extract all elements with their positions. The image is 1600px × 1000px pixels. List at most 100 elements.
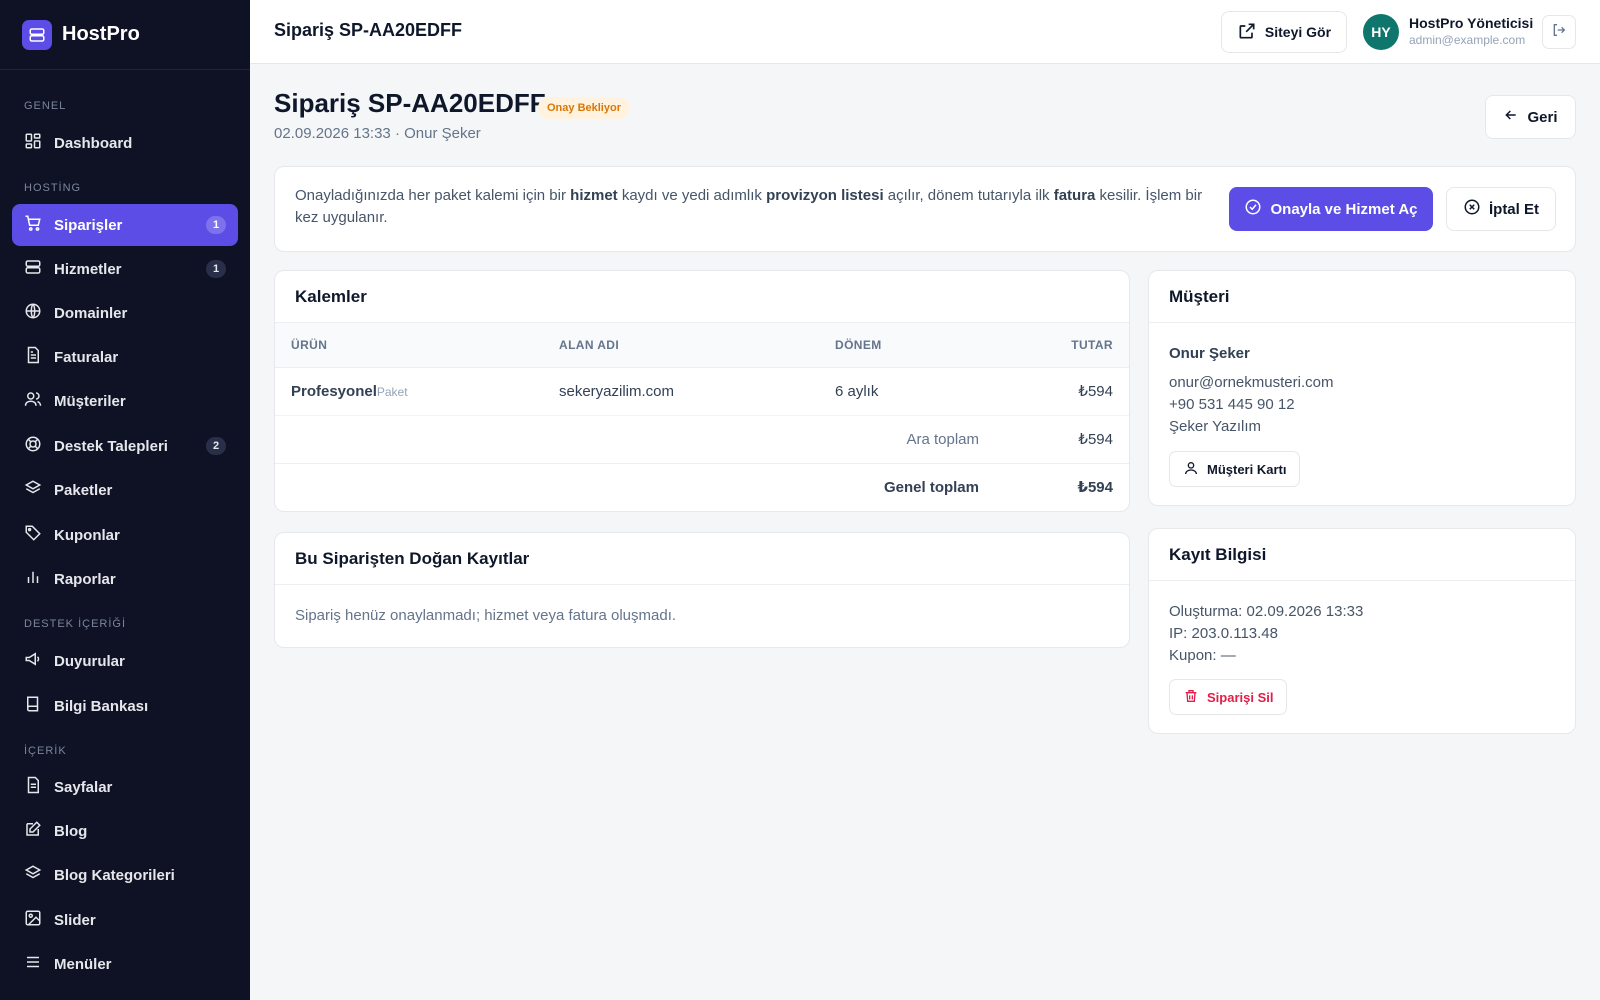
sidebar-item-customers[interactable]: Müşteriler [12, 380, 238, 422]
sidebar-item-label: Raporlar [54, 570, 116, 588]
subtotal-value: ₺594 [1005, 415, 1129, 464]
nav-group-content: İÇERİK [24, 745, 67, 757]
sidebar-item-dashboard[interactable]: Dashboard [12, 122, 238, 164]
brand[interactable]: HostPro [0, 0, 250, 70]
approve-and-open-service-button[interactable]: Onayla ve Hizmet Aç [1229, 187, 1433, 231]
count-badge: 1 [206, 260, 226, 278]
approval-notice-card: Onayladığınızda her paket kalemi için bi… [274, 166, 1576, 252]
book-icon [24, 695, 42, 717]
sidebar-item-reports[interactable]: Raporlar [12, 558, 238, 600]
logout-button[interactable] [1542, 15, 1576, 49]
image-icon [24, 909, 42, 931]
sidebar-item-domains[interactable]: Domainler [12, 292, 238, 334]
customer-name: Onur Şeker [1169, 345, 1250, 362]
invoice-icon [24, 346, 42, 368]
sidebar-item-services[interactable]: Hizmetler 1 [12, 248, 238, 290]
status-badge: Onay Bekliyor [538, 97, 630, 119]
sidebar-item-label: Duyurular [54, 652, 125, 670]
sidebar-item-pages[interactable]: Sayfalar [12, 766, 238, 808]
total-label: Genel toplam [883, 478, 979, 496]
sidebar-item-label: Müşteriler [54, 392, 126, 410]
logout-icon [1551, 22, 1567, 43]
sidebar-item-label: Siparişler [54, 216, 123, 234]
period-cell: 6 aylık [835, 367, 1005, 416]
domain-cell: sekeryazilim.com [559, 367, 835, 416]
sidebar-item-label: Slider [54, 911, 96, 929]
approval-notice-text: Onayladığınızda her paket kalemi için bi… [295, 187, 1203, 226]
tag-icon [24, 524, 42, 546]
user-name: HostPro Yöneticisi [1409, 15, 1534, 31]
total-row: Genel toplam ₺594 [275, 463, 1129, 511]
coupon-value: Kupon: — [1169, 647, 1236, 664]
sidebar-item-label: Bilgi Bankası [54, 697, 149, 715]
server-icon [24, 258, 42, 280]
subtotal-label: Ara toplam [275, 415, 1005, 464]
view-site-button[interactable]: Siteyi Gör [1221, 11, 1347, 53]
total-value: ₺594 [1077, 479, 1113, 497]
sidebar-item-invoices[interactable]: Faturalar [12, 336, 238, 378]
sidebar-item-announcements[interactable]: Duyurular [12, 640, 238, 682]
bar-chart-icon [24, 568, 42, 590]
sidebar-item-knowledge-base[interactable]: Bilgi Bankası [12, 685, 238, 727]
count-badge: 2 [206, 437, 226, 455]
back-label: Geri [1527, 108, 1558, 126]
nav-group-hosting: HOSTİNG [24, 182, 82, 194]
menu-icon [24, 953, 42, 975]
cart-icon [24, 214, 42, 236]
sidebar-item-coupons[interactable]: Kuponlar [12, 514, 238, 556]
card-title: Bu Siparişten Doğan Kayıtlar [275, 533, 1129, 585]
edit-icon [24, 820, 42, 842]
sidebar-item-packages[interactable]: Paketler [12, 469, 238, 511]
sidebar-item-support-tickets[interactable]: Destek Talepleri 2 [12, 425, 238, 467]
sidebar-item-orders[interactable]: Siparişler 1 [12, 204, 238, 246]
page-icon [24, 776, 42, 798]
cancel-label: İptal Et [1488, 200, 1539, 218]
layers-icon [24, 864, 42, 886]
sidebar-item-slider[interactable]: Slider [12, 899, 238, 941]
customer-card-label: Müşteri Kartı [1207, 461, 1287, 477]
sidebar-item-label: Kuponlar [54, 526, 120, 544]
delete-order-button[interactable]: Siparişi Sil [1169, 679, 1288, 715]
sidebar-item-blog-categories[interactable]: Blog Kategorileri [12, 854, 238, 896]
amount-cell: ₺594 [1005, 367, 1129, 416]
sidebar-item-label: Paketler [54, 481, 113, 499]
sidebar-item-blog[interactable]: Blog [12, 810, 238, 852]
sidebar: HostPro GENEL Dashboard HOSTİNG Siparişl… [0, 0, 250, 1000]
delete-order-label: Siparişi Sil [1207, 689, 1274, 705]
customer-email: onur@ornekmusteri.com [1169, 374, 1334, 391]
customer-phone: +90 531 445 90 12 [1169, 396, 1295, 413]
nav-group-support-content: DESTEK İÇERİĞİ [24, 618, 127, 630]
generated-records-card: Bu Siparişten Doğan Kayıtlar Sipariş hen… [274, 532, 1130, 648]
topbar-title: Sipariş SP-AA20EDFF [274, 20, 463, 40]
user-icon [1183, 460, 1199, 479]
product-name: Profesyonel [291, 382, 377, 400]
sidebar-item-label: Destek Talepleri [54, 437, 168, 455]
count-badge: 1 [206, 216, 226, 234]
brand-name: HostPro [62, 23, 140, 45]
cancel-order-button[interactable]: İptal Et [1446, 187, 1556, 231]
users-icon [24, 390, 42, 412]
ip-address: IP: 203.0.113.48 [1169, 625, 1278, 642]
layers-icon [24, 479, 42, 501]
sidebar-item-label: Faturalar [54, 348, 119, 366]
megaphone-icon [24, 650, 42, 672]
user-email: admin@example.com [1409, 33, 1526, 47]
check-circle-icon [1244, 198, 1262, 220]
card-title: Kalemler [275, 271, 1129, 323]
card-title: Müşteri [1149, 271, 1575, 323]
avatar[interactable]: HY [1363, 14, 1399, 50]
server-logo-icon [22, 19, 52, 50]
customer-card-button[interactable]: Müşteri Kartı [1169, 451, 1301, 487]
page-subtitle: 02.09.2026 13:33 · Onur Şeker [274, 125, 481, 142]
column-header: ÜRÜN [275, 323, 559, 368]
back-button[interactable]: Geri [1485, 95, 1576, 139]
trash-icon [1183, 688, 1199, 707]
topbar: Sipariş SP-AA20EDFF Siteyi Gör HY HostPr… [250, 0, 1600, 64]
customer-company: Şeker Yazılım [1169, 418, 1261, 435]
product-type: Paket [376, 384, 408, 399]
sidebar-item-menus[interactable]: Menüler [12, 943, 238, 985]
record-info-card: Kayıt Bilgisi Oluşturma: 02.09.2026 13:3… [1148, 528, 1576, 734]
created-at: Oluşturma: 02.09.2026 13:33 [1169, 603, 1364, 620]
order-items-card: Kalemler ÜRÜN ALAN ADI DÖNEM TUTAR Profe… [274, 270, 1130, 512]
card-title: Kayıt Bilgisi [1149, 529, 1575, 581]
